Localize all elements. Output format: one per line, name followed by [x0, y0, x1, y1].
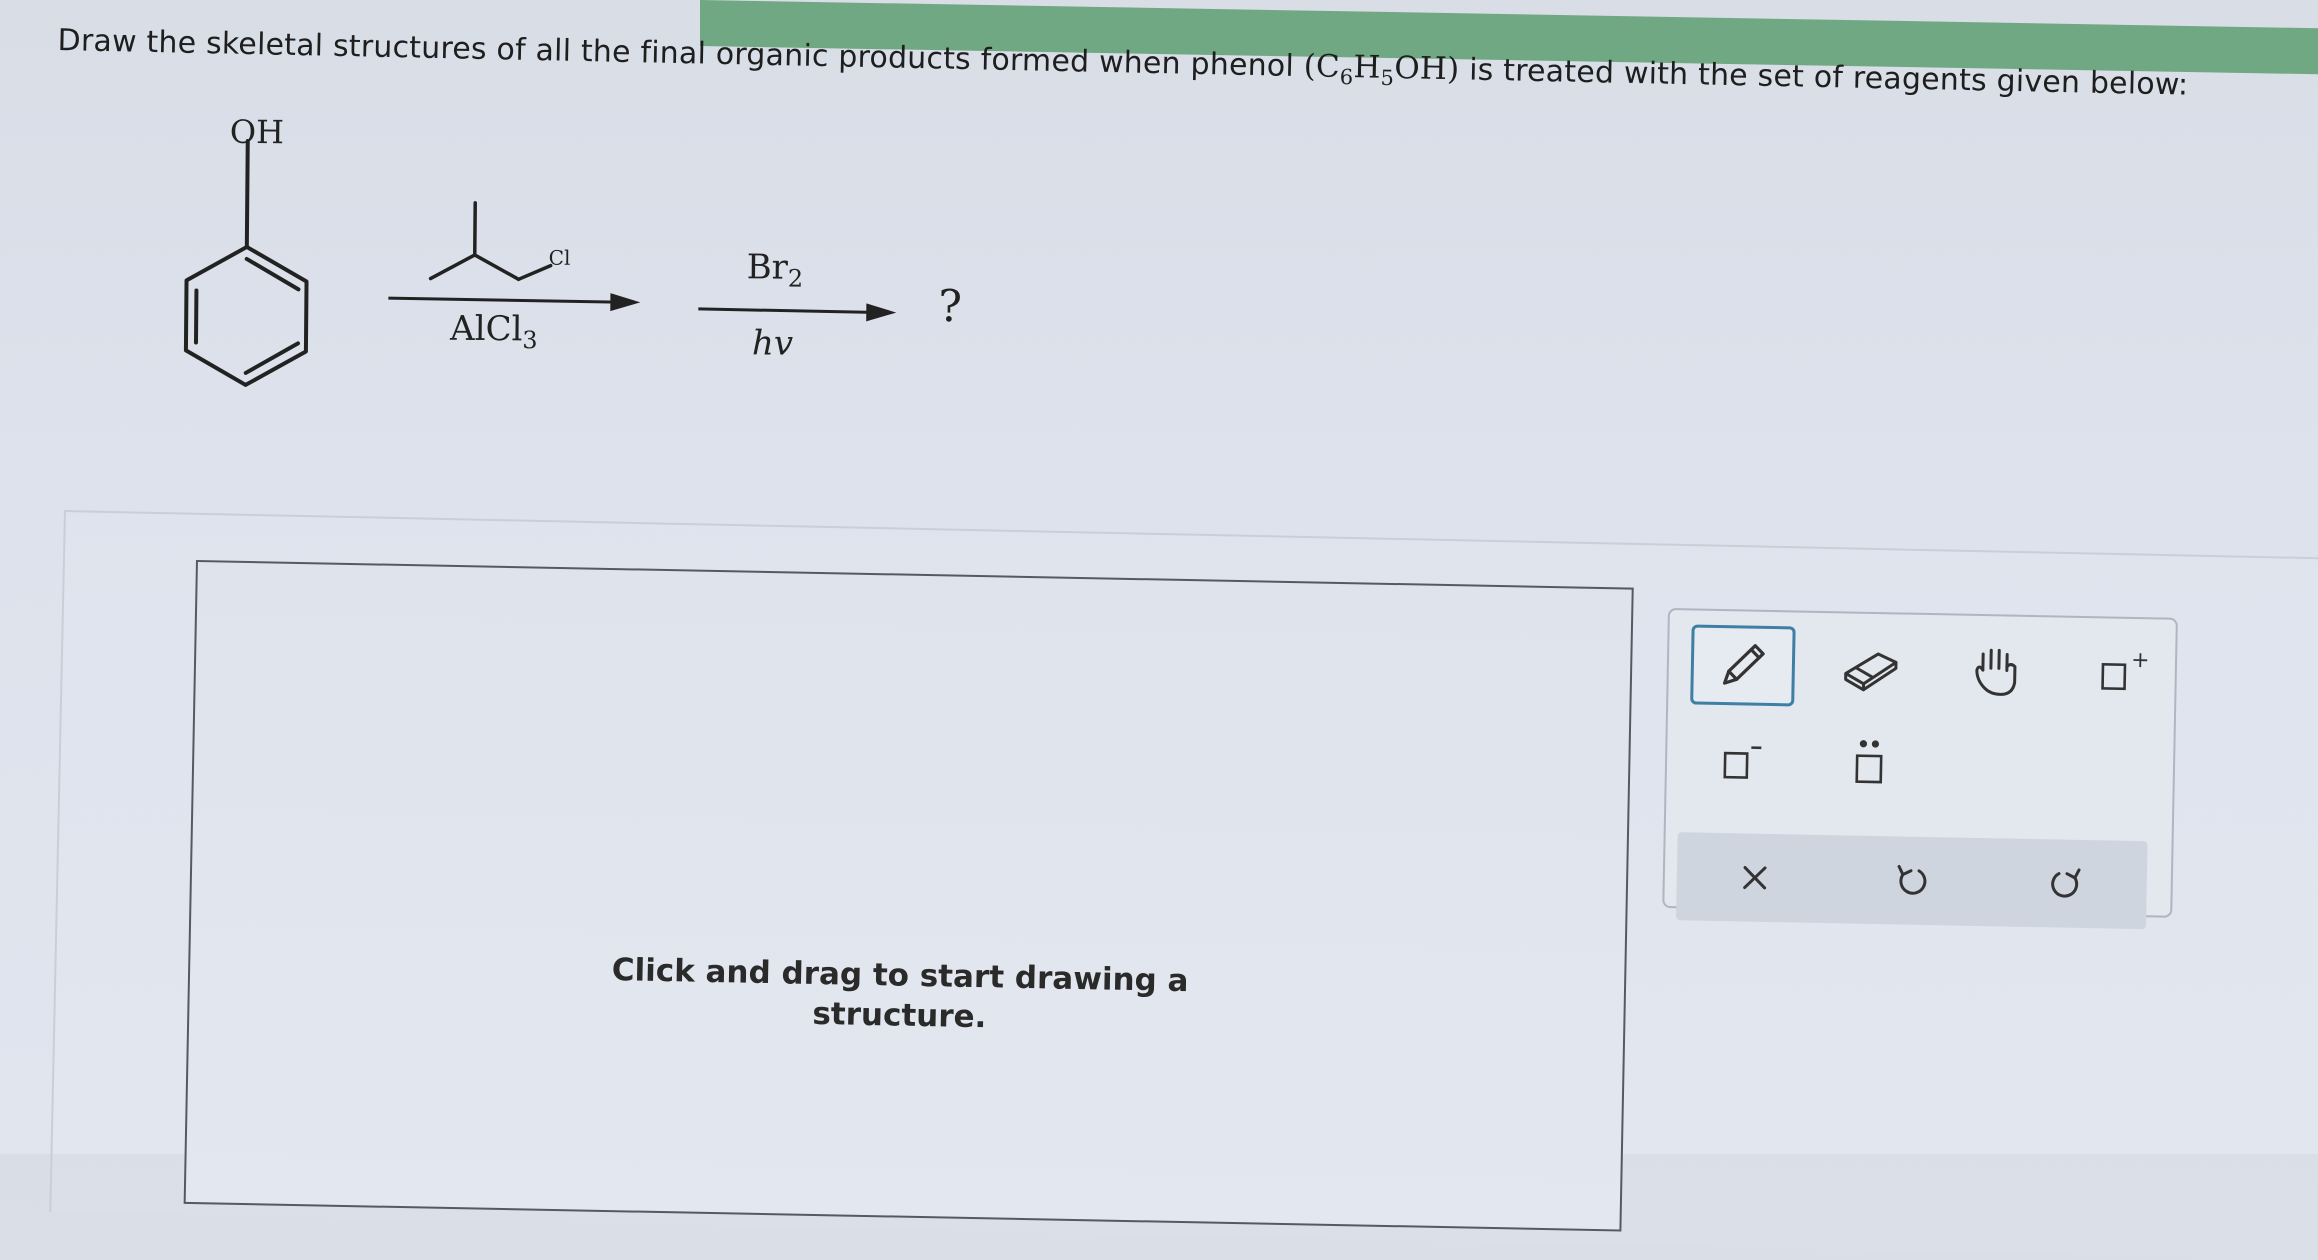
canvas-hint: Click and drag to start drawing a struct…: [549, 949, 1250, 1042]
phenol-structure: [186, 140, 308, 385]
light-condition-label: hv: [752, 323, 793, 363]
close-icon: [1734, 857, 1775, 898]
drawing-toolbar: +: [1662, 608, 2178, 918]
redo-button[interactable]: [2016, 845, 2117, 923]
drawing-canvas[interactable]: Click and drag to start drawing a struct…: [184, 560, 1634, 1231]
bromine-reagent-label: Br2: [746, 247, 803, 292]
positive-charge-icon: +: [2092, 644, 2149, 701]
negative-charge-button[interactable]: [1688, 720, 1794, 802]
reaction-scheme: OH Cl AlCl3 Br2 hv ?: [137, 112, 1040, 480]
clear-button[interactable]: [1704, 839, 1805, 917]
catalyst-label: AlCl3: [450, 309, 538, 355]
phenol-formula: (C6H5OH): [1303, 48, 1459, 87]
reaction-scheme-drawing: [137, 112, 1040, 480]
eraser-icon: [1837, 639, 1904, 696]
negative-charge-icon: [1713, 733, 1770, 790]
eraser-tool-button[interactable]: [1818, 627, 1924, 709]
reaction-arrow-2: [698, 302, 896, 322]
hand-tool-button[interactable]: [1944, 629, 2050, 711]
undo-icon: [1888, 858, 1933, 903]
redo-icon: [2044, 861, 2089, 906]
svg-text:+: +: [2131, 648, 2150, 673]
action-bar: [1676, 832, 2148, 929]
pencil-tool-button[interactable]: [1690, 624, 1796, 706]
unknown-product-label: ?: [938, 281, 962, 332]
undo-button[interactable]: [1860, 842, 1961, 920]
pencil-icon: [1710, 633, 1775, 698]
phenol-oh-label: OH: [230, 113, 284, 151]
positive-charge-button[interactable]: +: [2068, 632, 2174, 714]
chloride-label: Cl: [549, 246, 571, 270]
hand-icon: [1968, 640, 2025, 701]
lone-pair-button[interactable]: [1816, 723, 1922, 805]
lone-pair-icon: [1840, 733, 1897, 794]
isopropyl-chloride-structure: [431, 203, 552, 280]
